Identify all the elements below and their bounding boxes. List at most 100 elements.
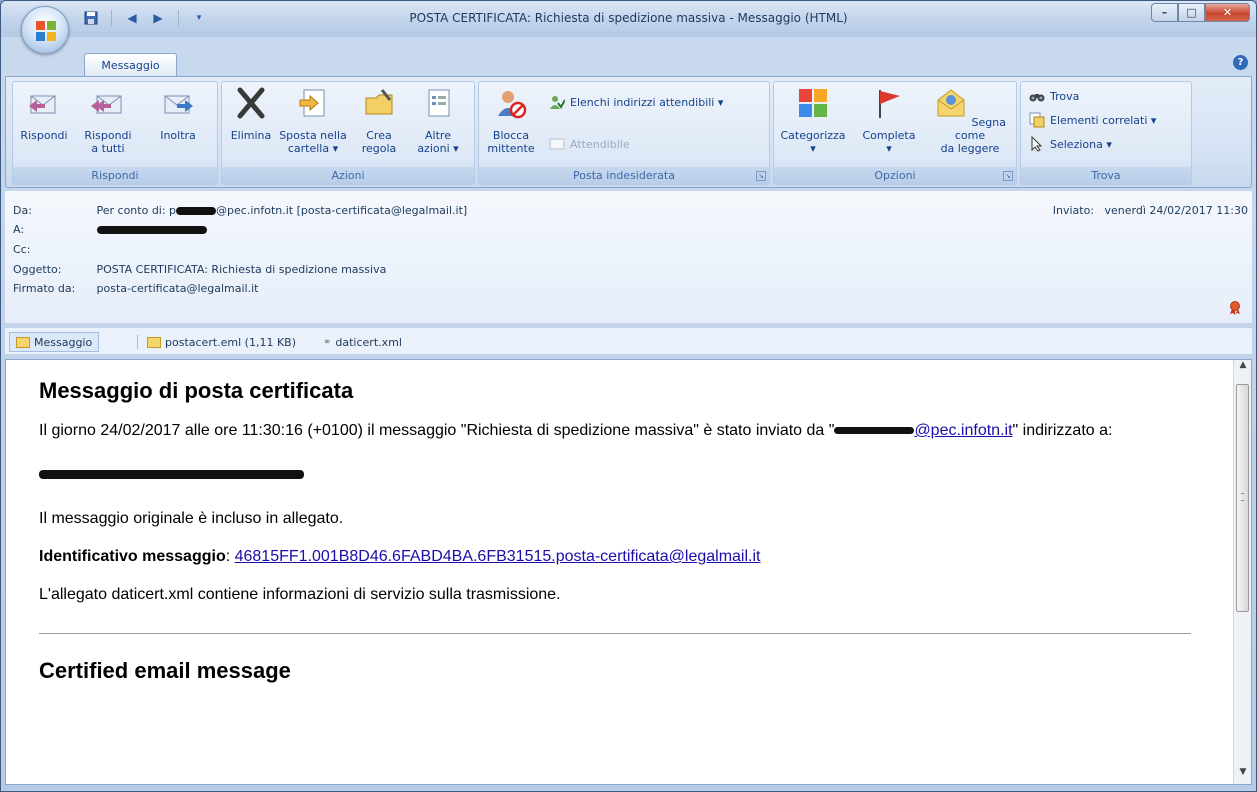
forward-icon (164, 95, 193, 114)
maximize-button[interactable]: □ (1178, 3, 1205, 22)
attachment-separator (137, 335, 138, 349)
group-trova: Trova Elementi correlati ▾ Seleziona ▾ T… (1020, 81, 1192, 185)
tab-messaggio[interactable]: Messaggio (84, 53, 177, 77)
group-label-trova: Trova (1021, 167, 1191, 184)
sender-link[interactable]: @pec.infotn.it (834, 422, 1013, 439)
title-bar: ◀ ▶ ▾ POSTA CERTIFICATA: Richiesta di sp… (1, 1, 1256, 37)
cursor-icon (1031, 136, 1043, 152)
body-p1-end: " indirizzato a: (1012, 422, 1113, 439)
safe-senders-list-button[interactable]: Elenchi indirizzi attendibili ▾ (549, 94, 723, 110)
close-button[interactable]: ✕ (1205, 3, 1250, 22)
safe-senders-label: Elenchi indirizzi attendibili ▾ (570, 95, 724, 109)
options-dialog-launcher-icon[interactable]: ↘ (1003, 171, 1013, 181)
help-icon[interactable]: ? (1233, 55, 1248, 70)
attachment-message[interactable]: Messaggio (9, 332, 100, 352)
attachment-bar: Messaggio postacert.eml (1,11 KB) ⚭ dati… (5, 327, 1252, 355)
from-value-prefix[interactable]: Per conto di: p (97, 204, 177, 217)
to-row: A: (13, 223, 207, 236)
attachment-daticert[interactable]: ⚭ daticert.xml (317, 332, 408, 352)
related-items-button[interactable]: Elementi correlati ▾ (1029, 112, 1156, 128)
sender-link-suffix: @pec.infotn.it (914, 422, 1013, 439)
move-to-folder-label-1: Sposta nella (279, 129, 347, 142)
subject-value: POSTA CERTIFICATA: Richiesta di spedizio… (96, 263, 387, 276)
mark-unread-label-2: da leggere (940, 142, 1000, 155)
delete-button[interactable]: Elimina (224, 86, 278, 142)
to-recipient-redacted[interactable] (96, 226, 207, 234)
vertical-scrollbar[interactable]: ▲ ▼ (1233, 360, 1251, 784)
from-value-suffix[interactable]: @pec.infotn.it [posta-certificata@legalm… (216, 204, 467, 217)
mark-unread-icon (937, 89, 965, 117)
reply-label: Rispondi (20, 129, 68, 142)
select-label: Seleziona ▾ (1050, 137, 1112, 151)
categorize-label-2: ▾ (810, 142, 816, 155)
create-rule-button[interactable]: Crea regola (356, 86, 402, 155)
section-divider (39, 633, 1191, 634)
sent-row: Inviato: venerdì 24/02/2017 11:30 (1053, 204, 1248, 217)
move-to-folder-icon (299, 89, 325, 117)
mark-unread-button[interactable]: Segna come da leggere (930, 86, 1010, 155)
related-items-label: Elementi correlati ▾ (1050, 113, 1157, 127)
message-id-link[interactable]: 46815FF1.001B8D46.6FABD4BA.6FB31515.post… (235, 548, 761, 565)
message-content: Messaggio di posta certificata Il giorno… (39, 378, 1191, 684)
find-label: Trova (1050, 89, 1080, 103)
window-title: POSTA CERTIFICATA: Richiesta di spedizio… (409, 11, 848, 25)
message-id-colon: : (225, 548, 235, 565)
signed-by-value[interactable]: posta-certificata@legalmail.it (97, 282, 259, 295)
reply-all-button[interactable]: Rispondi a tutti (73, 86, 143, 155)
signed-by-label: Firmato da: (13, 282, 76, 295)
categorize-icon (799, 89, 827, 117)
follow-up-label-1: Completa (862, 129, 916, 142)
envelope-icon (16, 336, 30, 348)
subject-label: Oggetto: (13, 263, 62, 276)
group-label-posta-indesiderata: Posta indesiderata (479, 167, 769, 184)
delete-x-icon (237, 87, 265, 119)
reply-button[interactable]: Rispondi (17, 86, 71, 142)
binoculars-icon (1029, 94, 1045, 102)
select-button[interactable]: Seleziona ▾ (1029, 136, 1112, 152)
reply-all-label-1: Rispondi (84, 129, 132, 142)
message-body: Messaggio di posta certificata Il giorno… (5, 359, 1252, 785)
block-sender-button[interactable]: Blocca mittente (483, 86, 539, 155)
outlook-message-window: ◀ ▶ ▾ POSTA CERTIFICATA: Richiesta di sp… (0, 0, 1257, 792)
body-paragraph-1: Il giorno 24/02/2017 alle ore 11:30:16 (… (39, 421, 1191, 441)
scroll-down-icon[interactable]: ▼ (1234, 767, 1251, 784)
message-header: Da: Per conto di: p @pec.infotn.it [posta… (5, 191, 1252, 323)
ribbon-tab-row: Messaggio ? (1, 37, 1256, 77)
minimize-button[interactable]: – (1151, 3, 1178, 22)
from-row: Da: Per conto di: p @pec.infotn.it [posta… (13, 204, 467, 217)
create-rule-icon (365, 89, 393, 115)
find-button[interactable]: Trova (1029, 88, 1079, 104)
office-button[interactable] (21, 6, 69, 54)
message-id-paragraph: Identificativo messaggio: 46815FF1.001B8… (39, 547, 1191, 567)
not-junk-icon (549, 138, 565, 150)
group-posta-indesiderata: Blocca mittente Elenchi indirizzi attend… (478, 81, 770, 185)
attachment-label: Messaggio (34, 335, 93, 349)
group-rispondi: Rispondi Rispondi a tutti Inoltra Rispon… (12, 81, 218, 185)
attachment-label: daticert.xml (335, 335, 402, 349)
attachment-postacert[interactable]: postacert.eml (1,11 KB) (141, 332, 302, 352)
reply-all-label-2: a tutti (91, 142, 125, 155)
scroll-up-icon[interactable]: ▲ (1234, 360, 1251, 377)
sender-redacted (834, 427, 915, 435)
forward-button[interactable]: Inoltra (145, 86, 211, 142)
follow-up-button[interactable]: Completa ▾ (854, 86, 924, 155)
junk-dialog-launcher-icon[interactable]: ↘ (756, 171, 766, 181)
group-opzioni: Categorizza ▾ Completa ▾ Segna come da l… (773, 81, 1017, 185)
move-to-folder-label-2: cartella ▾ (287, 142, 339, 155)
scroll-thumb[interactable] (1236, 384, 1249, 612)
block-sender-icon (498, 91, 527, 119)
categorize-button[interactable]: Categorizza ▾ (778, 86, 848, 155)
xml-file-icon: ⚭ (323, 336, 332, 348)
not-junk-button[interactable]: Attendibile (549, 136, 630, 152)
body-paragraph-4: L'allegato daticert.xml contiene informa… (39, 586, 561, 603)
reply-all-icon (91, 95, 122, 114)
recipient-link[interactable] (39, 466, 304, 483)
move-to-folder-button[interactable]: Sposta nella cartella ▾ (278, 86, 348, 155)
message-id-label: Identificativo messaggio (39, 548, 226, 565)
other-actions-label-1: Altre (425, 129, 451, 142)
group-label-azioni: Azioni (222, 167, 474, 184)
other-actions-button[interactable]: Altre azioni ▾ (408, 86, 468, 155)
digital-signature-icon[interactable] (1228, 301, 1242, 315)
group-label-rispondi: Rispondi (13, 167, 217, 184)
follow-up-label-2: ▾ (886, 142, 892, 155)
